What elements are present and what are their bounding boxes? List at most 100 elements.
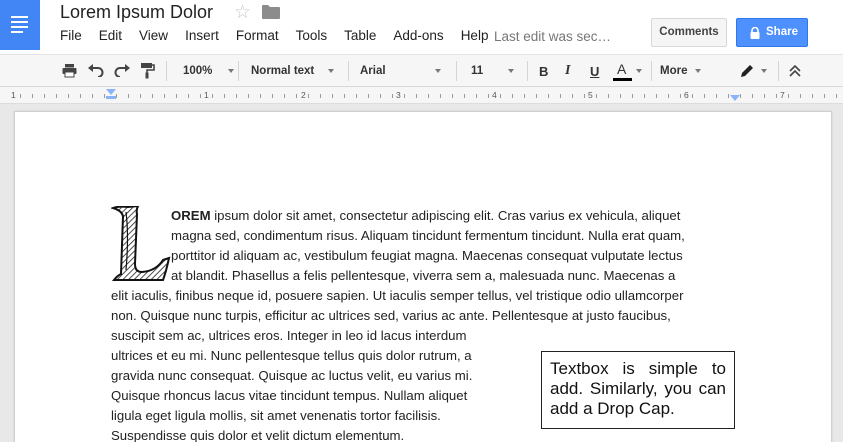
menu-insert[interactable]: Insert (185, 28, 219, 46)
ruler-tick (464, 94, 465, 98)
ruler-tick (764, 94, 765, 98)
menu-view[interactable]: View (139, 28, 168, 46)
body-line[interactable]: Quisque rhoncus lacus vitae tincidunt te… (111, 386, 467, 406)
ruler-tick (248, 94, 249, 98)
collapse-menu-icon[interactable] (789, 65, 801, 77)
ruler-tick (752, 94, 753, 98)
drop-cap-image[interactable] (111, 206, 171, 282)
ruler-tick (368, 94, 369, 98)
ruler-tick (212, 94, 213, 98)
body-line[interactable]: OREM ipsum dolor sit amet, consectetur a… (171, 206, 680, 226)
ruler-tick (224, 94, 225, 98)
ruler-tick (356, 94, 357, 98)
ruler-label: 3 (396, 90, 401, 100)
underline-button[interactable]: U (590, 55, 599, 87)
ruler-tick (260, 94, 261, 98)
italic-button[interactable]: I (565, 55, 570, 87)
ruler-tick (716, 94, 717, 98)
paint-format-icon[interactable] (140, 62, 155, 79)
ruler-tick (116, 94, 117, 98)
last-edit-status[interactable]: Last edit was sec… (494, 29, 611, 44)
editing-chevron-down-icon (761, 69, 767, 73)
editing-mode-button[interactable] (740, 55, 767, 87)
ruler-tick (236, 94, 237, 98)
font-size-value: 11 (471, 65, 484, 77)
ruler-tick (44, 94, 45, 98)
ruler-tick (452, 94, 453, 98)
ruler-label: 2 (301, 90, 306, 100)
app-header: Lorem Ipsum Dolor ☆ File Edit View Inser… (0, 0, 843, 54)
ruler-tick (788, 94, 789, 98)
ruler[interactable]: 1 1 2 3 4 5 6 7 (0, 87, 843, 104)
font-chevron-down-icon (434, 69, 441, 73)
document-title[interactable]: Lorem Ipsum Dolor (60, 2, 213, 23)
menu-file[interactable]: File (60, 28, 82, 46)
docs-home-icon[interactable] (0, 0, 40, 50)
bold-button[interactable]: B (539, 55, 548, 87)
ruler-tick (296, 94, 297, 98)
menu-bar: File Edit View Insert Format Tools Table… (60, 28, 505, 46)
font-size-select[interactable]: 11 (471, 55, 515, 87)
body-line[interactable]: non. Quisque nunc turpis, efficitur ac u… (111, 306, 671, 326)
ruler-tick (740, 94, 741, 98)
ruler-tick (176, 94, 177, 98)
ruler-tick (800, 94, 801, 98)
share-button[interactable]: Share (736, 18, 808, 47)
menu-tools[interactable]: Tools (296, 28, 328, 46)
ruler-tick (128, 94, 129, 98)
body-line[interactable]: elit iaculis, finibus neque id, posuere … (111, 286, 683, 306)
ruler-label: 7 (780, 90, 785, 100)
body-line[interactable]: suscipit sem ac, ultrices eros. Integer … (111, 326, 466, 346)
print-icon[interactable] (62, 63, 77, 78)
font-value: Arial (360, 65, 386, 77)
style-select[interactable]: Normal text (251, 55, 335, 87)
size-chevron-down-icon (508, 69, 515, 73)
ruler-tick (632, 94, 633, 98)
ruler-tick (548, 94, 549, 98)
body-line[interactable]: gravida nunc consequat. Quisque ac luctu… (111, 366, 472, 386)
comments-button[interactable]: Comments (651, 18, 727, 47)
body-line[interactable]: ultrices et eu mi. Nunc pellentesque tel… (111, 346, 472, 366)
zoom-value: 100% (183, 65, 213, 77)
menu-table[interactable]: Table (344, 28, 376, 46)
ruler-tick (500, 94, 501, 98)
body-line[interactable]: porttitor id aliquam ac, vestibulum feug… (171, 246, 683, 266)
undo-icon[interactable] (88, 64, 104, 77)
ruler-tick (812, 94, 813, 98)
ruler-tick (524, 94, 525, 98)
star-icon[interactable]: ☆ (234, 1, 251, 24)
indent-marker-left[interactable] (106, 89, 116, 95)
menu-format[interactable]: Format (236, 28, 279, 46)
menu-edit[interactable]: Edit (99, 28, 122, 46)
first-line-indent-marker[interactable] (106, 96, 116, 99)
body-line[interactable]: at blandit. Phasellus a felis pellentesq… (171, 266, 675, 286)
ruler-tick (728, 94, 729, 98)
text-color-button[interactable]: A (612, 55, 642, 87)
ruler-tick (380, 94, 381, 98)
ruler-tick (164, 94, 165, 98)
menu-addons[interactable]: Add-ons (393, 28, 443, 46)
ruler-tick (404, 94, 405, 98)
body-line[interactable]: Suspendisse quis dolor et velit dictum e… (111, 426, 404, 442)
zoom-select[interactable]: 100% (183, 55, 235, 87)
body-line[interactable]: ligula eget ligula mollis, sit amet vene… (111, 406, 441, 426)
ruler-tick (140, 94, 141, 98)
ruler-tick (476, 94, 477, 98)
redo-icon[interactable] (114, 64, 130, 77)
ruler-tick (80, 94, 81, 98)
font-select[interactable]: Arial (360, 55, 441, 87)
ruler-tick (692, 94, 693, 98)
ruler-tick (512, 94, 513, 98)
ruler-label: 6 (684, 90, 689, 100)
ruler-tick (284, 94, 285, 98)
ruler-tick (608, 94, 609, 98)
menu-help[interactable]: Help (461, 28, 489, 46)
folder-icon[interactable] (262, 5, 280, 19)
ruler-tick (776, 94, 777, 98)
text-box[interactable]: Textbox is simple to add. Similarly, you… (541, 351, 735, 429)
body-line[interactable]: magna sed, condimentum risus. Aliquam ti… (171, 226, 685, 246)
style-chevron-down-icon (328, 69, 335, 73)
more-button[interactable]: More (660, 55, 702, 87)
indent-marker-right[interactable] (730, 95, 740, 101)
lock-icon (750, 27, 760, 39)
